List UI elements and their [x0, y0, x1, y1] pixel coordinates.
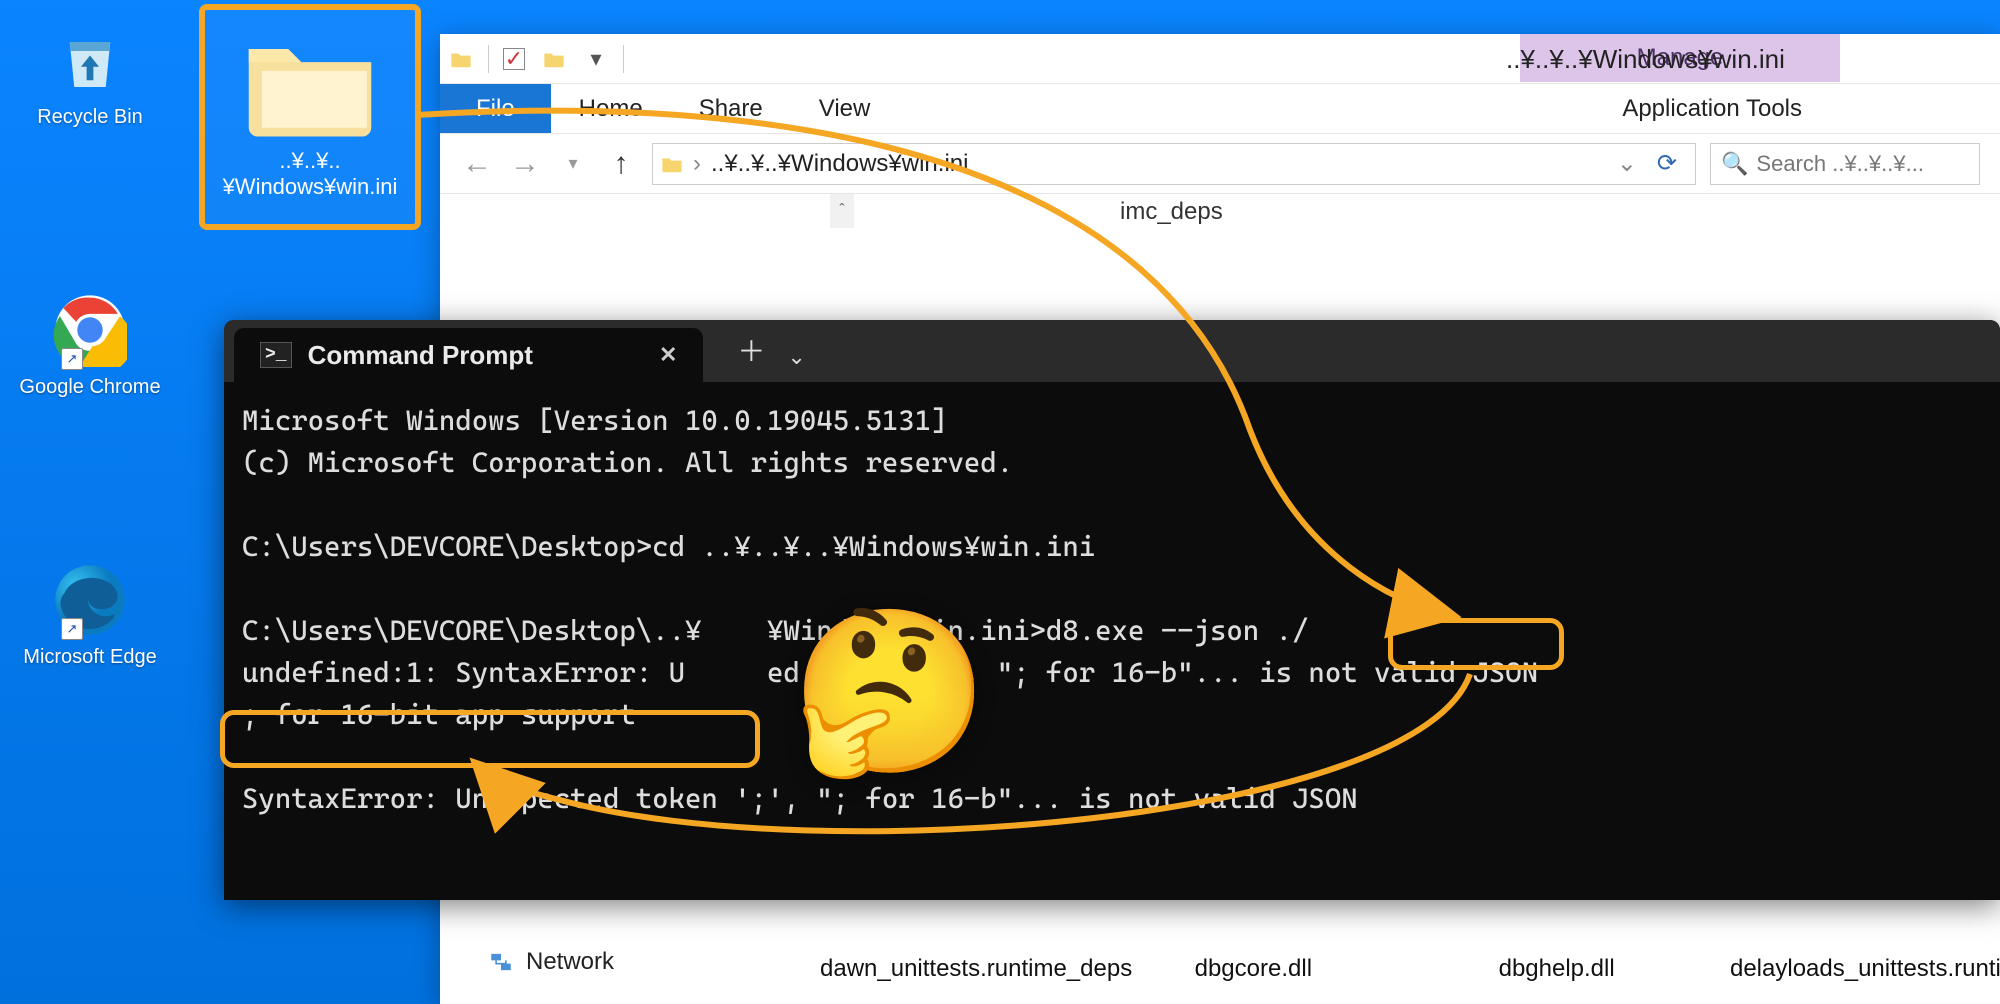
recycle-bin-label: Recycle Bin	[10, 106, 170, 129]
google-chrome-label: Google Chrome	[10, 376, 170, 399]
terminal-output[interactable]: Microsoft Windows [Version 10.0.19045.51…	[224, 382, 2000, 900]
network-icon	[488, 949, 514, 975]
terminal-tab[interactable]: >_ Command Prompt ✕	[234, 328, 703, 382]
recycle-bin-icon[interactable]: Recycle Bin	[10, 20, 170, 129]
breadcrumb-folder-icon	[661, 153, 683, 175]
terminal-line: (c) Microsoft Corporation. All rights re…	[242, 446, 1013, 479]
search-placeholder: Search ..¥..¥..¥...	[1756, 151, 1924, 177]
google-chrome-icon[interactable]: ↗ Google Chrome	[10, 290, 170, 399]
search-icon: 🔍	[1721, 151, 1748, 177]
terminal-tabbar: >_ Command Prompt ✕ ＋ ⌄	[224, 320, 2000, 382]
list-item[interactable]: dbghelp.dll	[1427, 955, 1687, 984]
tab-view[interactable]: View	[791, 84, 899, 133]
terminal-line: SyntaxError: Unexpected token ';', "; fo…	[242, 782, 1358, 815]
nav-forward-button[interactable]: →	[508, 147, 542, 181]
tab-application-tools[interactable]: Application Tools	[1594, 84, 1830, 133]
terminal-line: ; for 16-bit app support	[242, 698, 636, 731]
shortcut-arrow-icon: ↗	[61, 348, 83, 370]
nav-back-button[interactable]: ←	[460, 147, 494, 181]
microsoft-edge-icon[interactable]: ↗ Microsoft Edge	[10, 560, 170, 669]
list-item[interactable]: imc_deps	[1120, 198, 1223, 226]
tab-file[interactable]: File	[440, 84, 551, 133]
qa-folder-icon[interactable]	[541, 46, 567, 72]
explorer-titlebar[interactable]: ✓ ▾ Manage ..¥..¥..¥Windows¥win.ini	[440, 34, 2000, 84]
list-item[interactable]: dbgcore.dll	[1123, 955, 1383, 984]
breadcrumb-dropdown-icon[interactable]: ⌄	[1617, 149, 1637, 178]
explorer-navbar: ← → ▾ ↑ › ..¥..¥..¥Windows¥win.ini ⌄ ⟳ 🔍…	[440, 134, 2000, 194]
breadcrumb[interactable]: › ..¥..¥..¥Windows¥win.ini ⌄ ⟳	[652, 143, 1696, 185]
tab-dropdown-button[interactable]: ⌄	[787, 344, 805, 370]
terminal-tab-title: Command Prompt	[308, 340, 533, 371]
list-item[interactable]: dawn_unittests.runtime_deps	[820, 955, 1080, 984]
close-tab-button[interactable]: ✕	[659, 342, 677, 368]
qa-checkbox-icon[interactable]: ✓	[503, 48, 525, 70]
terminal-line: Microsoft Windows [Version 10.0.19045.51…	[242, 404, 947, 437]
search-input[interactable]: 🔍 Search ..¥..¥..¥...	[1710, 143, 1980, 185]
annotated-folder-icon[interactable]: ..¥..¥..¥Windows¥win.ini	[199, 4, 421, 230]
folder-small-icon	[448, 46, 474, 72]
qa-dropdown-icon[interactable]: ▾	[583, 46, 609, 72]
chevron-right-icon: ›	[693, 150, 701, 178]
terminal-window: >_ Command Prompt ✕ ＋ ⌄ Microsoft Window…	[224, 320, 2000, 900]
window-title: ..¥..¥..¥Windows¥win.ini	[1506, 34, 1986, 84]
terminal-line: C:\Users\DEVCORE\Desktop\..¥ ¥Windows¥wi…	[242, 614, 1308, 647]
new-tab-button[interactable]: ＋	[721, 330, 781, 370]
scroll-up-button[interactable]: ˆ	[830, 194, 854, 228]
desktop-background: Recycle Bin ↗ Google Chrome ↗ Microsoft …	[0, 0, 2000, 1004]
sidebar-item-network[interactable]: Network	[488, 948, 614, 976]
annotated-folder-label: ..¥..¥..¥Windows¥win.ini	[205, 148, 415, 201]
sidebar-item-label: Network	[526, 948, 614, 976]
shortcut-arrow-icon: ↗	[61, 618, 83, 640]
terminal-prompt-icon: >_	[260, 342, 292, 368]
terminal-line: undefined:1: SyntaxError: U ed token ';'…	[242, 656, 1538, 689]
terminal-line: C:\Users\DEVCORE\Desktop>cd ..¥..¥..¥Win…	[242, 530, 1095, 563]
refresh-button[interactable]: ⟳	[1647, 149, 1687, 178]
ribbon-tabs: File Home Share View Application Tools	[440, 84, 2000, 134]
nav-up-button[interactable]: ↑	[604, 147, 638, 181]
nav-history-dropdown[interactable]: ▾	[556, 147, 590, 181]
microsoft-edge-label: Microsoft Edge	[10, 646, 170, 669]
file-row: dawn_unittests.runtime_deps dbgcore.dll …	[820, 955, 1990, 984]
breadcrumb-text: ..¥..¥..¥Windows¥win.ini	[711, 150, 968, 178]
tab-share[interactable]: Share	[671, 84, 791, 133]
tab-home[interactable]: Home	[551, 84, 671, 133]
list-item[interactable]: delayloads_unittests.runtime_dep	[1730, 955, 1990, 984]
